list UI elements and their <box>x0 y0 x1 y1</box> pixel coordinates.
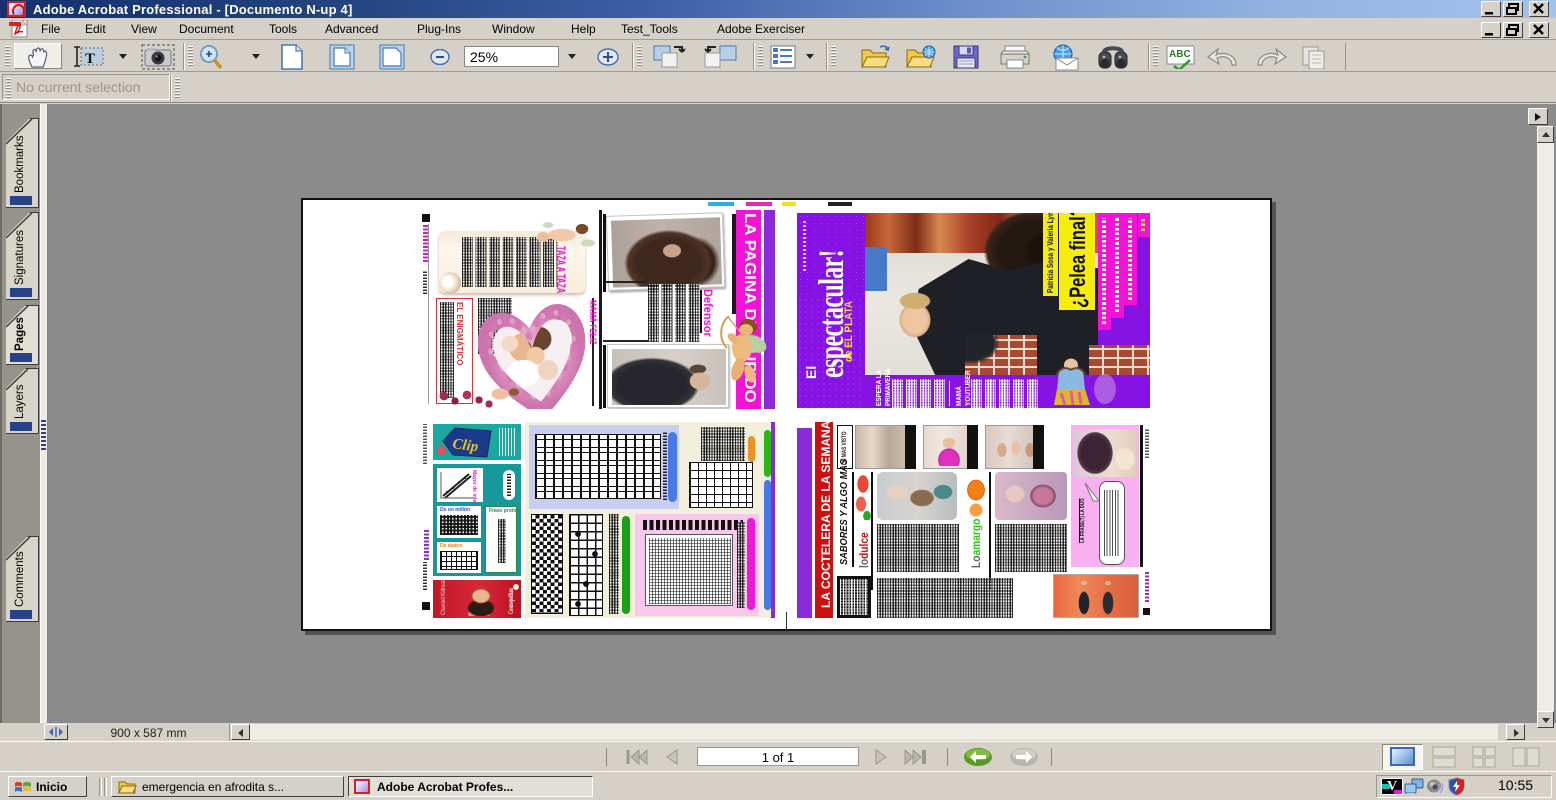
svg-text:T: T <box>85 51 95 67</box>
svg-text:ABC: ABC <box>1169 49 1191 60</box>
